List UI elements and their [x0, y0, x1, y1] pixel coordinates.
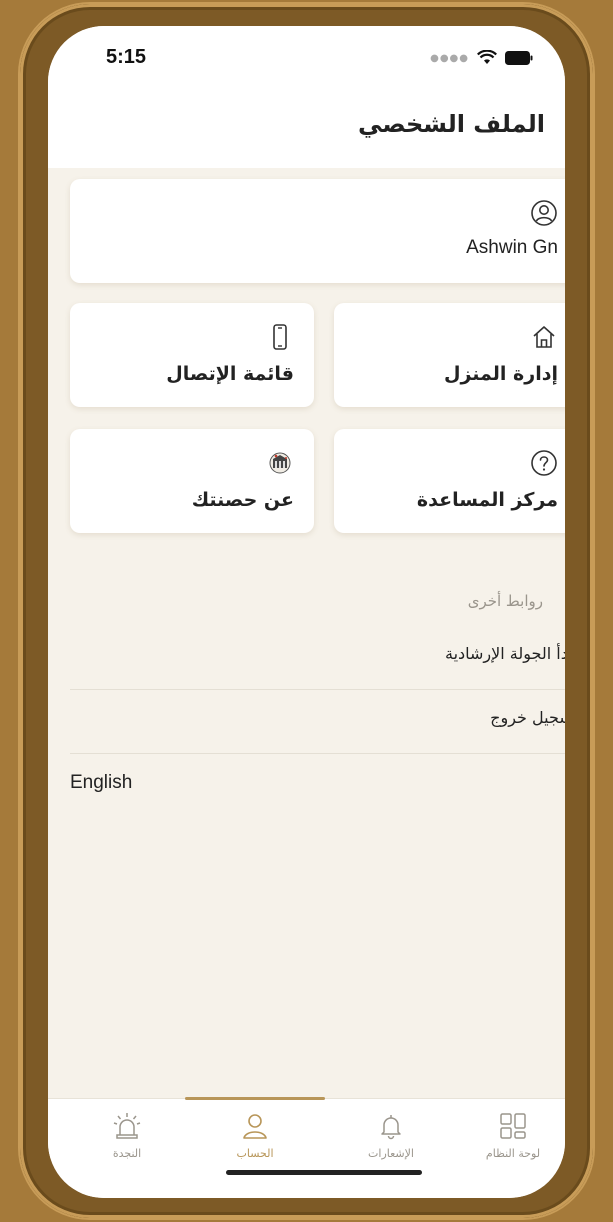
tab-rescue-label: النجدة: [112, 1147, 142, 1160]
user-circle-icon: [531, 200, 557, 226]
tab-notifications-label: الإشعارات: [368, 1147, 414, 1160]
app-screen: 5:15 ●●●● الملف الشخصي Ashwin Gn إدارة ا…: [48, 26, 565, 1198]
help-center-label: مركز المساعدة: [416, 489, 558, 511]
status-icons: ●●●●: [430, 50, 533, 66]
phone-icon: [273, 324, 287, 350]
page-header: الملف الشخصي: [48, 96, 565, 168]
tab-bar: النجدة الحساب الإشعارات لوحة النظام: [48, 1097, 565, 1198]
start-tour-label: ابدأ الجولة الإرشادية: [444, 644, 565, 663]
language-toggle[interactable]: English: [70, 772, 132, 794]
status-time: 5:15: [106, 46, 147, 68]
about-card[interactable]: عن حصنتك: [70, 429, 314, 533]
tab-dashboard-label: لوحة النظام: [485, 1147, 541, 1160]
tab-notifications[interactable]: الإشعارات: [336, 1111, 446, 1171]
battery-icon: [505, 51, 533, 65]
home-management-card[interactable]: إدارة المنزل: [334, 303, 565, 407]
dashboard-grid-icon: [500, 1113, 526, 1139]
alarm-siren-icon: [113, 1113, 141, 1139]
home-indicator: [226, 1170, 422, 1175]
bell-icon: [381, 1115, 401, 1140]
logo-icon: [269, 452, 291, 474]
start-tour-link[interactable]: ابدأ الجولة الإرشادية: [70, 626, 565, 690]
tab-rescue[interactable]: النجدة: [72, 1111, 182, 1171]
user-icon: [243, 1114, 267, 1139]
other-links-title: روابط أخرى: [467, 592, 543, 610]
signal-dots-icon: ●●●●: [430, 52, 469, 64]
logout-link[interactable]: تسجيل خروج: [70, 690, 565, 754]
tab-dashboard[interactable]: لوحة النظام: [458, 1111, 565, 1171]
profile-name: Ashwin Gn: [466, 237, 558, 258]
contacts-list-label: قائمة الإتصال: [166, 363, 294, 385]
profile-card[interactable]: Ashwin Gn: [70, 179, 565, 283]
active-tab-indicator: [185, 1097, 325, 1100]
home-icon: [533, 326, 555, 348]
about-label: عن حصنتك: [191, 489, 294, 511]
wifi-icon: [477, 50, 497, 64]
tab-account-label: الحساب: [236, 1147, 274, 1160]
contacts-list-card[interactable]: قائمة الإتصال: [70, 303, 314, 407]
question-circle-icon: [531, 450, 557, 476]
help-center-card[interactable]: مركز المساعدة: [334, 429, 565, 533]
tab-account[interactable]: الحساب: [200, 1111, 310, 1171]
home-management-label: إدارة المنزل: [444, 363, 558, 385]
page-title: الملف الشخصي: [358, 110, 545, 138]
logout-label: تسجيل خروج: [490, 708, 565, 727]
status-bar: 5:15 ●●●●: [48, 26, 565, 96]
